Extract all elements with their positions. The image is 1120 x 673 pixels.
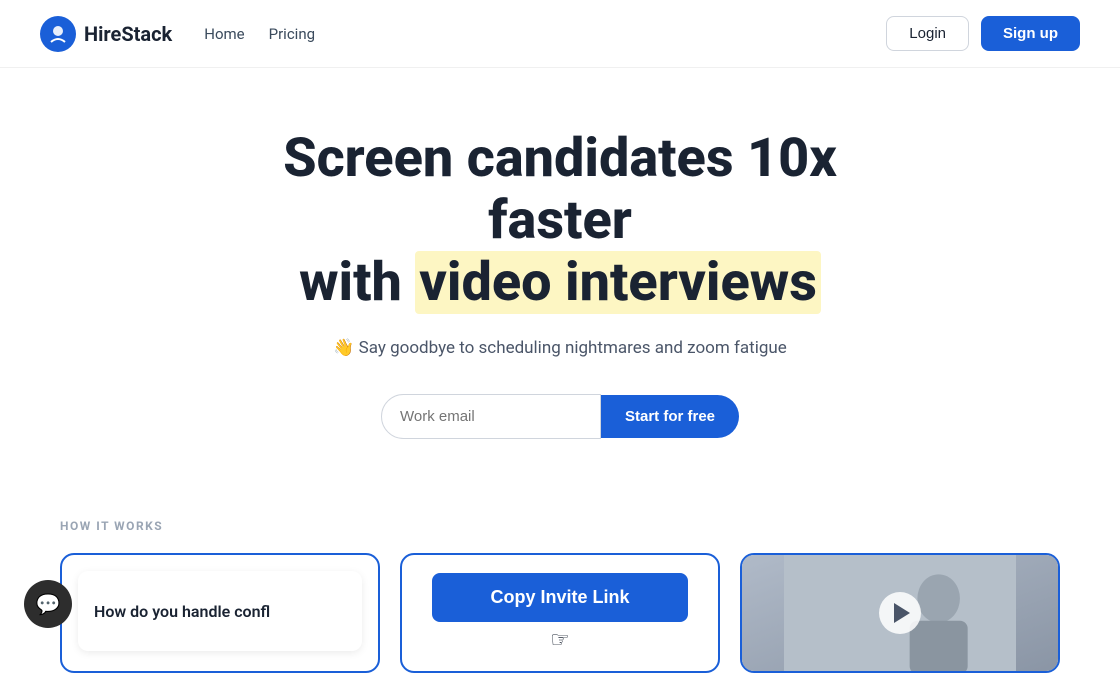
nav-right: Login Sign up <box>886 16 1080 51</box>
logo[interactable]: HireStack <box>40 16 172 52</box>
copy-invite-link-button[interactable]: Copy Invite Link <box>432 573 688 622</box>
nav-link-pricing[interactable]: Pricing <box>269 25 315 43</box>
play-icon <box>894 603 910 623</box>
chat-widget[interactable]: 💬 <box>24 580 72 628</box>
section-label: HOW IT WORKS <box>60 519 1060 533</box>
navbar: HireStack Home Pricing Login Sign up <box>0 0 1120 68</box>
chat-icon: 💬 <box>36 592 61 616</box>
email-input[interactable] <box>381 394 601 439</box>
hero-title-highlight: video interviews <box>415 251 821 314</box>
how-it-works-section: HOW IT WORKS How do you handle confl Cop… <box>0 479 1120 673</box>
signup-button[interactable]: Sign up <box>981 16 1080 51</box>
card-video <box>740 553 1060 673</box>
card-invite-center: Copy Invite Link ☞ <box>402 555 718 671</box>
logo-text: HireStack <box>84 22 172 46</box>
cards-row: How do you handle confl Copy Invite Link… <box>60 553 1060 673</box>
hero-title-line1: Screen candidates 10x faster <box>283 127 837 252</box>
hero-emoji: 👋 <box>333 338 354 358</box>
hero-subtitle-text: Say goodbye to scheduling nightmares and… <box>354 338 786 358</box>
hero-cta: Start for free <box>381 394 739 439</box>
card-video-content <box>742 555 1058 671</box>
nav-links: Home Pricing <box>204 25 315 43</box>
cursor-icon: ☞ <box>550 628 570 653</box>
start-for-free-button[interactable]: Start for free <box>601 395 739 438</box>
card-question-text: How do you handle confl <box>94 602 270 621</box>
card-question-inner: How do you handle confl <box>78 571 362 651</box>
card-invite: Copy Invite Link ☞ <box>400 553 720 673</box>
hero-section: Screen candidates 10x faster with video … <box>0 68 1120 479</box>
play-button[interactable] <box>879 592 921 634</box>
card-question: How do you handle confl <box>60 553 380 673</box>
login-button[interactable]: Login <box>886 16 969 51</box>
nav-left: HireStack Home Pricing <box>40 16 315 52</box>
hero-title: Screen candidates 10x faster with video … <box>210 128 910 314</box>
nav-link-home[interactable]: Home <box>204 25 244 43</box>
hero-title-line2-plain: with <box>299 251 415 314</box>
logo-icon <box>40 16 76 52</box>
hero-subtitle: 👋 Say goodbye to scheduling nightmares a… <box>333 338 787 358</box>
